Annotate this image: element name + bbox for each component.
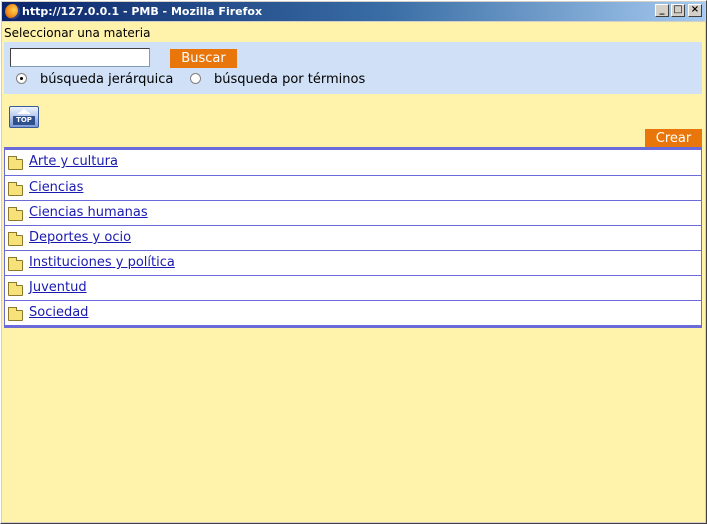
firefox-icon — [5, 4, 20, 19]
list-item: Instituciones y política — [5, 250, 701, 275]
category-link-instituciones-y-politica[interactable]: Instituciones y política — [29, 255, 175, 270]
list-item: Ciencias humanas — [5, 200, 701, 225]
folder-icon — [8, 257, 23, 271]
list-item: Arte y cultura — [5, 150, 701, 175]
radio-term-search[interactable] — [190, 73, 201, 84]
category-link-ciencias-humanas[interactable]: Ciencias humanas — [29, 205, 148, 220]
category-link-sociedad[interactable]: Sociedad — [29, 305, 88, 320]
page-content: Seleccionar una materia Buscar búsqueda … — [2, 22, 705, 522]
folder-icon — [8, 207, 23, 221]
search-input[interactable] — [10, 48, 150, 67]
page-title: Seleccionar una materia — [4, 26, 151, 40]
list-item: Ciencias — [5, 175, 701, 200]
folder-icon — [8, 307, 23, 321]
window-title: http://127.0.0.1 - PMB - Mozilla Firefox — [22, 5, 263, 18]
browser-window: http://127.0.0.1 - PMB - Mozilla Firefox… — [0, 0, 707, 524]
top-arrow-icon[interactable]: TOP — [9, 106, 39, 128]
title-bar[interactable]: http://127.0.0.1 - PMB - Mozilla Firefox… — [2, 2, 705, 21]
top-icon-label: TOP — [13, 116, 35, 125]
search-panel: Buscar búsqueda jerárquica búsqueda por … — [4, 42, 702, 94]
folder-icon — [8, 182, 23, 196]
create-button[interactable]: Crear — [645, 129, 702, 148]
list-item: Sociedad — [5, 300, 701, 325]
folder-icon — [8, 232, 23, 246]
category-list: Arte y cultura Ciencias Ciencias humanas… — [4, 147, 702, 328]
category-link-ciencias[interactable]: Ciencias — [29, 180, 83, 195]
category-link-arte-y-cultura[interactable]: Arte y cultura — [29, 154, 118, 169]
up-arrow-icon — [17, 109, 31, 114]
list-item: Juventud — [5, 275, 701, 300]
radio-label-hierarchical: búsqueda jerárquica — [40, 72, 174, 87]
radio-hierarchical-search[interactable] — [16, 73, 27, 84]
folder-icon — [8, 156, 23, 170]
maximize-button[interactable]: □ — [671, 4, 685, 17]
close-button[interactable]: × — [688, 4, 702, 17]
category-link-deportes-y-ocio[interactable]: Deportes y ocio — [29, 230, 131, 245]
radio-label-terms: búsqueda por términos — [214, 72, 366, 87]
folder-icon — [8, 282, 23, 296]
category-link-juventud[interactable]: Juventud — [29, 280, 87, 295]
list-item: Deportes y ocio — [5, 225, 701, 250]
minimize-button[interactable]: _ — [655, 4, 669, 17]
search-button[interactable]: Buscar — [170, 49, 237, 68]
